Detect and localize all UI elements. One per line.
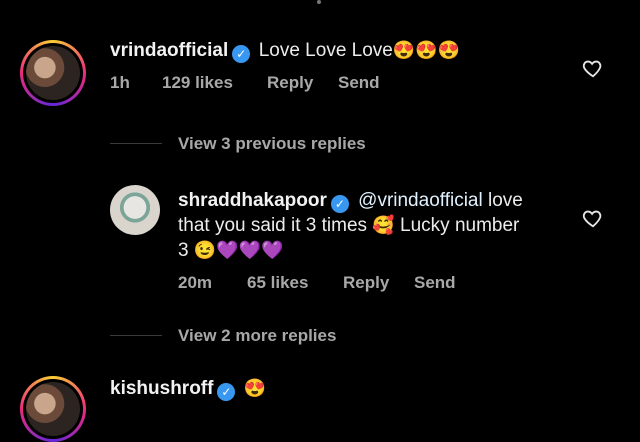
mention-link[interactable]: @vrindaofficial [358, 190, 483, 211]
reply-button[interactable]: Reply [267, 73, 313, 93]
reply-text-2a: that you said it 3 times [178, 215, 373, 236]
verified-badge-icon: ✓ [330, 195, 349, 213]
verified-badge-icon: ✓ [232, 45, 251, 63]
likes-count[interactable]: 129 likes [162, 73, 233, 93]
username[interactable]: kishushroff [110, 378, 213, 399]
smiling-hearts-emoji: 🥰 [372, 215, 395, 235]
reply-text-2b: Lucky number [394, 215, 520, 236]
reply-button[interactable]: Reply [343, 273, 389, 293]
comment-text: Love Love Love [258, 40, 393, 61]
view-more-replies-link[interactable]: View 2 more replies [178, 326, 336, 346]
avatar-vrindaofficial[interactable] [20, 40, 86, 106]
scroll-indicator [317, 0, 321, 4]
avatar-photo [26, 382, 80, 436]
likes-count[interactable]: 65 likes [247, 273, 308, 293]
username[interactable]: shraddhakapoor [178, 190, 327, 211]
heart-eyes-emoji: 😍😍😍 [392, 40, 461, 60]
send-button[interactable]: Send [338, 73, 380, 93]
like-heart-icon[interactable] [582, 207, 604, 229]
replies-divider [110, 143, 162, 144]
avatar-kishushroff[interactable] [20, 376, 86, 442]
reply-time: 20m [178, 273, 213, 292]
view-previous-replies-link[interactable]: View 3 previous replies [178, 134, 366, 154]
reply-text-3: 3 [178, 240, 194, 261]
reply-text-1: love [482, 190, 523, 211]
verified-badge-icon: ✓ [217, 383, 236, 401]
heart-eyes-emoji: 😍 [243, 378, 267, 398]
like-heart-icon[interactable] [582, 57, 604, 79]
avatar-photo [26, 46, 80, 100]
wink-and-purple-hearts-emoji: 😉💜💜💜 [193, 240, 284, 260]
username[interactable]: vrindaofficial [110, 40, 228, 61]
send-button[interactable]: Send [414, 273, 456, 293]
replies-divider [110, 335, 162, 336]
comment-time: 1h [110, 73, 130, 92]
avatar-shraddhakapoor[interactable] [110, 185, 160, 235]
